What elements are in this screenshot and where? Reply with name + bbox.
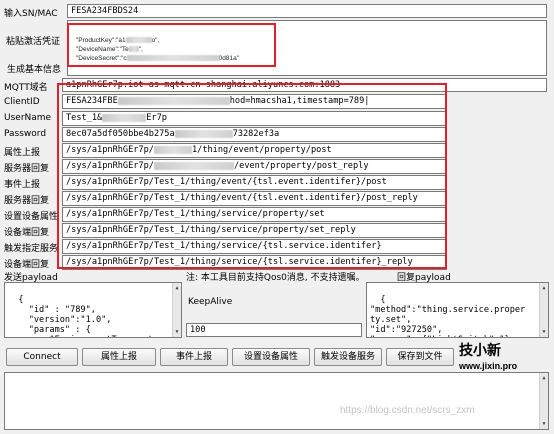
- receive-payload-scrollbar[interactable]: [539, 283, 548, 337]
- topic-label-property-set: 设置设备属性: [4, 212, 59, 222]
- event-report-button[interactable]: 事件上报: [160, 348, 228, 366]
- paste-credential-label: 粘贴激活凭证: [6, 37, 61, 47]
- topic-label-prop-post: 属性上报: [4, 148, 41, 158]
- send-payload-textarea[interactable]: { "id" : "789", "version":"1.0", "params…: [4, 282, 182, 338]
- property-report-button[interactable]: 属性上报: [82, 348, 156, 366]
- receive-payload-text: { "method":"thing.service.proper ty.set"…: [370, 295, 526, 337]
- set-property-button[interactable]: 设置设备属性: [232, 348, 310, 366]
- receive-payload-textarea[interactable]: { "method":"thing.service.proper ty.set"…: [366, 282, 549, 338]
- sn-input[interactable]: FESA234FBDS24: [67, 4, 547, 18]
- mqtt-config-highlight-box: [57, 83, 447, 269]
- keepalive-input[interactable]: 100: [186, 323, 362, 337]
- connect-button[interactable]: Connect: [6, 348, 78, 366]
- mqtt-domain-label: MQTT域名: [4, 83, 48, 93]
- log-output-textarea[interactable]: [4, 372, 549, 430]
- credential-highlight-box: [67, 23, 276, 67]
- trigger-service-button[interactable]: 触发设备服务: [314, 348, 382, 366]
- topic-label-property-set-reply: 设备端回复: [4, 228, 50, 238]
- brand-url: www.jixin.pro: [459, 361, 518, 371]
- topic-label-service-trigger: 触发指定服务: [4, 244, 59, 254]
- save-to-file-button[interactable]: 保存到文件: [386, 348, 454, 366]
- topic-label-prop-post-reply: 服务器回复: [4, 164, 50, 174]
- qos-notice: 注: 本工具目前支持Qos0消息, 不支持遗嘱。: [186, 273, 365, 283]
- brand-name: 技小新: [459, 343, 501, 359]
- clientid-label: ClientID: [4, 97, 40, 107]
- blog-watermark: https://blog.csdn.net/scrs_zxm: [340, 405, 475, 416]
- send-payload-scrollbar[interactable]: [172, 283, 181, 337]
- password-label: Password: [4, 129, 47, 139]
- username-label: UserName: [4, 113, 52, 123]
- sn-label: 输入SN/MAC: [4, 9, 58, 19]
- log-scrollbar[interactable]: [539, 373, 548, 429]
- topic-label-event-post: 事件上报: [4, 180, 41, 190]
- send-payload-text: { "id" : "789", "version":"1.0", "params…: [18, 295, 163, 337]
- topic-label-service-reply: 设备端回复: [4, 260, 50, 270]
- brand-logo: 技小新 www.jixin.pro: [459, 340, 517, 371]
- topic-label-event-post-reply: 服务器回复: [4, 196, 50, 206]
- keepalive-label: KeepAlive: [188, 297, 233, 307]
- generate-info-button[interactable]: 生成基本信息: [3, 63, 65, 77]
